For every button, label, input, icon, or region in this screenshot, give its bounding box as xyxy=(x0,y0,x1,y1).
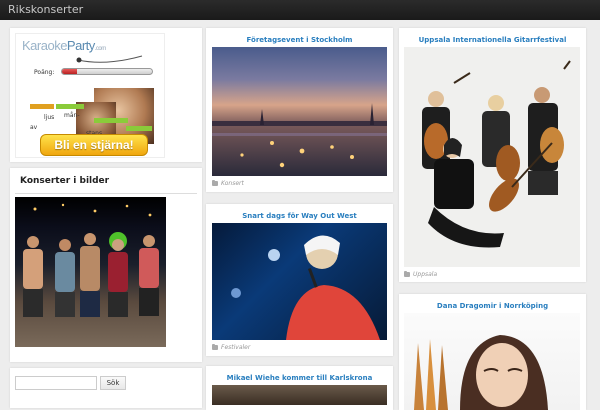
post-title[interactable]: Dana Dragomir i Norrköping xyxy=(399,302,586,310)
gallery-photo[interactable] xyxy=(15,197,166,347)
post-title[interactable]: Företagsevent i Stockholm xyxy=(206,36,393,44)
lyric-word: ljus xyxy=(44,114,55,121)
post-thumbnail[interactable] xyxy=(404,313,580,410)
post-thumbnail-art xyxy=(231,235,380,340)
post-thumbnail[interactable] xyxy=(212,223,387,340)
ad-cta-button[interactable]: Bli en stjärna! xyxy=(40,134,148,156)
score-label: Poäng: xyxy=(34,69,55,76)
folder-icon xyxy=(404,271,410,277)
folder-icon xyxy=(212,344,218,350)
post-meta: Festivaler xyxy=(212,344,250,351)
post-category[interactable]: Festivaler xyxy=(221,344,250,351)
site-title[interactable]: Rikskonserter xyxy=(8,3,83,16)
post-category[interactable]: Uppsala xyxy=(413,271,437,278)
karaoke-ad-banner[interactable]: KaraokeParty.com Poäng: av ljus mån- sta… xyxy=(15,33,165,158)
score-meter xyxy=(61,68,153,75)
search-button[interactable]: Sök xyxy=(100,376,126,390)
post-card: Uppsala Internationella Gitarrfestival U… xyxy=(399,28,586,282)
post-card: Snart dags för Way Out West Festivaler xyxy=(206,204,393,356)
post-card: Företagsevent i Stockholm Konsert xyxy=(206,28,393,192)
score-meter-fill xyxy=(62,69,78,74)
lyric-bar xyxy=(94,118,128,123)
post-meta: Uppsala xyxy=(404,271,437,278)
lyric-bar xyxy=(56,104,84,109)
post-card: Dana Dragomir i Norrköping xyxy=(399,294,586,410)
lyric-word: mån- xyxy=(64,112,80,119)
search-input[interactable] xyxy=(15,376,97,390)
post-title[interactable]: Snart dags för Way Out West xyxy=(206,212,393,220)
post-thumbnail-art xyxy=(414,335,548,410)
ad-logo-primary: Karaoke xyxy=(22,38,67,53)
lyric-bar xyxy=(30,104,54,109)
post-thumbnail[interactable] xyxy=(212,385,387,405)
microphone-icon xyxy=(76,55,143,63)
post-thumbnail[interactable] xyxy=(212,47,387,176)
lyric-bar xyxy=(126,126,152,131)
gallery-widget: Konserter i bilder xyxy=(10,168,202,362)
folder-icon xyxy=(212,180,218,186)
ad-logo-secondary: Party xyxy=(66,38,95,53)
post-thumbnail[interactable] xyxy=(404,47,580,267)
search-widget: Sök xyxy=(10,368,202,408)
ad-logo: KaraokeParty.com xyxy=(22,38,106,53)
gallery-photo-art xyxy=(23,203,159,317)
lyric-word: av xyxy=(30,124,38,131)
post-meta: Konsert xyxy=(212,180,244,187)
widget-divider xyxy=(15,193,197,194)
post-thumbnail-art xyxy=(212,103,387,168)
post-thumbnail-art xyxy=(422,60,571,248)
post-title[interactable]: Uppsala Internationella Gitarrfestival xyxy=(399,36,586,44)
post-title[interactable]: Mikael Wiehe kommer till Karlskrona xyxy=(206,374,393,382)
post-category[interactable]: Konsert xyxy=(221,180,244,187)
ad-widget: KaraokeParty.com Poäng: av ljus mån- sta… xyxy=(10,28,202,162)
gallery-widget-title: Konserter i bilder xyxy=(20,176,110,186)
post-card: Mikael Wiehe kommer till Karlskrona xyxy=(206,366,393,410)
top-navbar: Rikskonserter xyxy=(0,0,600,20)
